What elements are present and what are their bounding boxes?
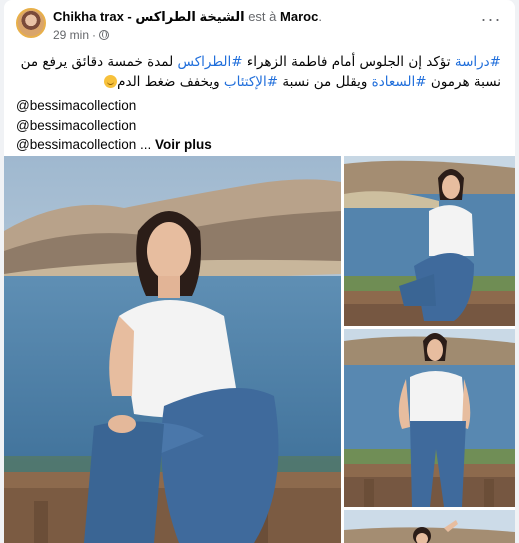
text-segment: تؤكد إن الجلوس أمام فاطمة الزهراء (242, 54, 455, 70)
post-text-line-2: نسبة هرمون #السعادة ويقلل من نسبة #الإكت… (16, 72, 501, 92)
more-horizontal-icon: ··· (480, 9, 502, 29)
mention-2[interactable]: @bessimacollection (16, 116, 503, 136)
photo-grid (4, 156, 515, 543)
hashtag-study[interactable]: #دراسة (455, 54, 501, 70)
mention-3[interactable]: @bessimacollection ... (16, 137, 151, 152)
globe-icon[interactable] (99, 30, 110, 40)
photo-middle-right[interactable] (344, 329, 515, 507)
mention-3-row: @bessimacollection ... Voir plus (16, 135, 503, 155)
see-more-link[interactable]: Voir plus (155, 137, 212, 152)
location-name[interactable]: Maroc (280, 9, 318, 24)
text-segment: نسبة هرمون (426, 74, 501, 90)
photo-main[interactable] (4, 156, 341, 543)
text-segment: لمدة خمسة دقائق يرفع من (20, 54, 178, 70)
location-prefix: est à (248, 9, 277, 24)
photo-top-right-image (344, 156, 515, 326)
post-meta: 29 min · (53, 28, 110, 42)
post-header: Chikha trax - الشيخة الطراكس est à Maroc… (4, 0, 515, 48)
hashtag-happiness[interactable]: #السعادة (372, 74, 427, 90)
author-line: Chikha trax - الشيخة الطراكس est à Maroc… (53, 9, 322, 25)
photo-middle-right-image (344, 329, 515, 507)
photo-bottom-right-image (344, 510, 515, 543)
photo-main-image (4, 156, 341, 543)
smiling-face-icon (104, 75, 118, 88)
mentions: @bessimacollection @bessimacollection @b… (16, 96, 503, 155)
mention-1[interactable]: @bessimacollection (16, 96, 503, 116)
post-text: #دراسة تؤكد إن الجلوس أمام فاطمة الزهراء… (16, 52, 503, 155)
photo-top-right[interactable] (344, 156, 515, 326)
text-segment: ويخفف ضغط الدم (117, 74, 224, 90)
hashtag-traks[interactable]: #الطراكس (178, 54, 243, 70)
author-name[interactable]: Chikha trax - الشيخة الطراكس (53, 9, 245, 24)
post-time[interactable]: 29 min (53, 28, 89, 42)
more-options-button[interactable]: ··· (479, 9, 503, 36)
post-text-line-1: #دراسة تؤكد إن الجلوس أمام فاطمة الزهراء… (16, 52, 501, 72)
text-segment: ويقلل من نسبة (278, 74, 372, 90)
meta-separator: · (92, 28, 97, 42)
photo-bottom-right[interactable] (344, 510, 515, 543)
location-suffix: . (318, 9, 322, 24)
author-avatar[interactable] (16, 8, 46, 38)
post-card: Chikha trax - الشيخة الطراكس est à Maroc… (4, 0, 515, 543)
hashtag-depression[interactable]: #الإكتئاب (224, 74, 278, 90)
